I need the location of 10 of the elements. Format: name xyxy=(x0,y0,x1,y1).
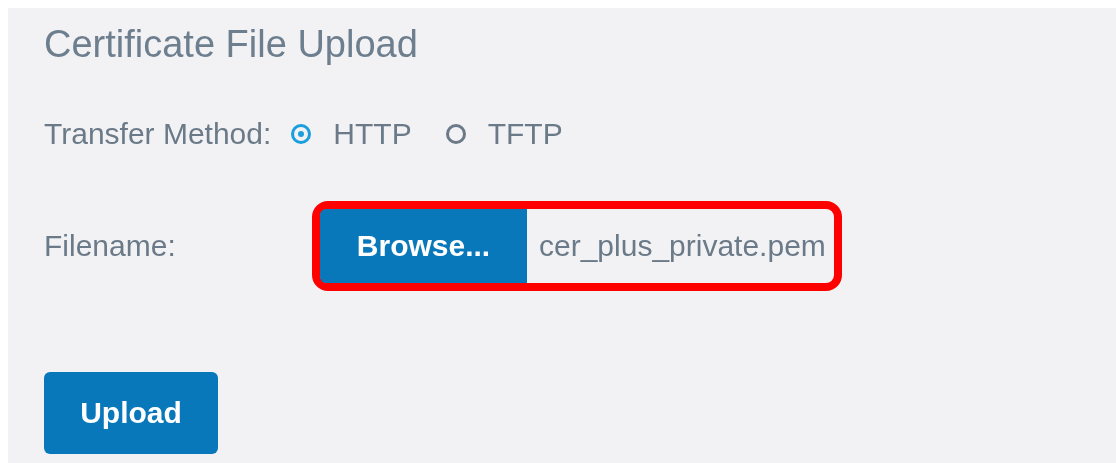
radio-button[interactable] xyxy=(291,124,312,144)
field-label: Filename: xyxy=(44,229,177,263)
section-title: Certificate File Upload xyxy=(44,22,419,66)
upload-button[interactable]: Upload xyxy=(44,372,218,454)
field-label: Transfer Method: xyxy=(44,117,272,151)
radio-option[interactable]: HTTP xyxy=(291,117,412,151)
file-name: cer_plus_private.pem xyxy=(538,229,827,263)
radio-button[interactable] xyxy=(445,124,466,144)
browse-button[interactable]: Browse... xyxy=(320,209,527,283)
radio-option[interactable]: TFTP xyxy=(445,117,563,151)
